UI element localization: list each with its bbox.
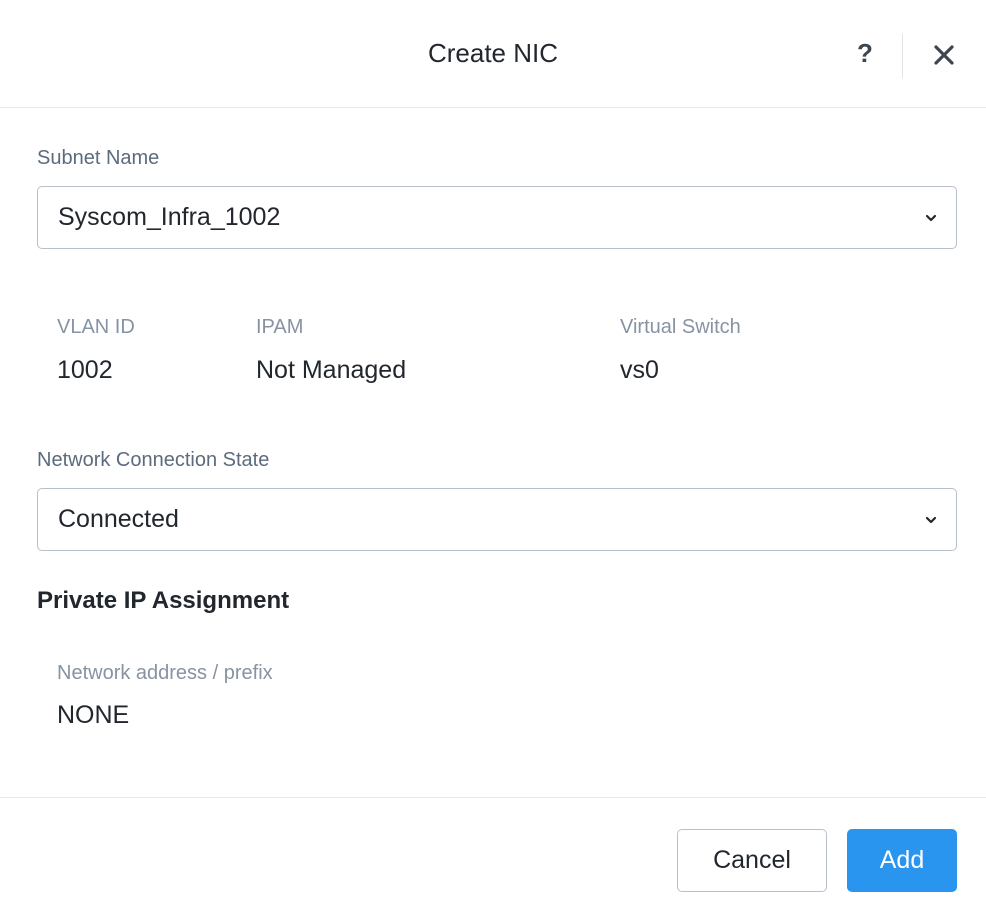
private-ip-section-title: Private IP Assignment <box>37 587 290 614</box>
subnet-name-select[interactable]: Syscom_Infra_1002 <box>37 186 957 249</box>
dialog-header: Create NIC ? <box>0 0 986 108</box>
subnet-name-value: Syscom_Infra_1002 <box>58 203 281 231</box>
close-button[interactable] <box>926 36 962 72</box>
help-button[interactable]: ? <box>852 38 878 70</box>
connection-state-value: Connected <box>58 505 179 533</box>
network-address-label: Network address / prefix <box>57 662 273 684</box>
vlan-id-label: VLAN ID <box>57 316 135 338</box>
cancel-button[interactable]: Cancel <box>677 829 827 892</box>
ipam-value: Not Managed <box>256 356 407 384</box>
close-icon <box>934 45 954 65</box>
network-address-value: NONE <box>57 701 130 729</box>
footer-divider <box>0 797 986 798</box>
connection-state-label: Network Connection State <box>37 449 270 471</box>
subnet-name-label: Subnet Name <box>37 147 160 169</box>
vlan-id-value: 1002 <box>57 356 113 384</box>
virtual-switch-value: vs0 <box>620 356 659 384</box>
dialog-title: Create NIC <box>427 38 559 68</box>
chevron-down-icon <box>925 516 937 524</box>
add-button[interactable]: Add <box>847 829 957 892</box>
ipam-label: IPAM <box>256 316 304 338</box>
header-divider <box>902 34 903 78</box>
chevron-down-icon <box>925 214 937 222</box>
virtual-switch-label: Virtual Switch <box>620 316 741 338</box>
connection-state-select[interactable]: Connected <box>37 488 957 551</box>
